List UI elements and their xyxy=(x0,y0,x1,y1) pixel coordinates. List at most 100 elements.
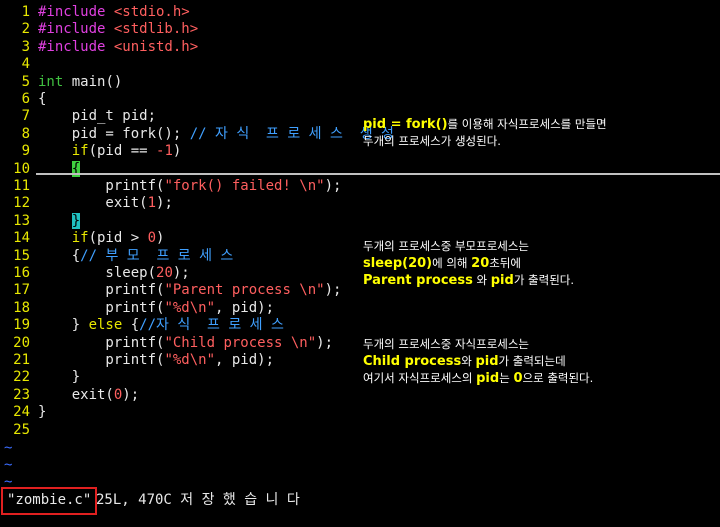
code-token: } xyxy=(38,317,89,334)
annotation-text: 가 출력된다. xyxy=(513,273,575,287)
code-text: printf("Child process \n"); xyxy=(30,335,333,352)
vim-editor[interactable]: 1 #include <stdio.h> 2 #include <stdlib.h> 3… xyxy=(0,0,720,527)
line-number: 18 xyxy=(13,299,30,316)
annotation-note: 두개의 프로세스중 자식프로세스는 Child process와 pid가 출력되… xyxy=(363,336,593,387)
code-text: #include <stdio.h> xyxy=(30,4,190,21)
code-token: sleep( xyxy=(38,265,157,281)
code-line[interactable]: 25 xyxy=(0,422,38,439)
code-line[interactable]: 7 pid_t pid; xyxy=(0,108,156,125)
annotation-line: pid = fork()를 이용해 자식프로세스를 만들면 xyxy=(363,116,607,133)
code-text: sleep(20); xyxy=(30,265,190,282)
code-token: ); xyxy=(122,386,140,403)
annotation-highlight: sleep(20) xyxy=(363,256,433,271)
code-token: } xyxy=(38,404,47,421)
code-text: printf("%d\n", pid); xyxy=(30,352,274,369)
line-number: 21 xyxy=(13,352,30,368)
code-line[interactable]: 8 pid = fork(); // 자 식 프 로 세 스 생 성 xyxy=(0,126,394,143)
annotation-highlight: pid = fork() xyxy=(363,117,448,132)
code-token: 1 xyxy=(147,195,157,212)
code-token: else xyxy=(88,317,123,334)
code-token: "%d\n" xyxy=(164,352,216,368)
code-line[interactable]: 17 printf("Parent process \n"); xyxy=(0,282,341,299)
annotation-highlight: pid xyxy=(476,371,500,386)
code-token: <stdlib.h> xyxy=(113,21,199,38)
code-token: } xyxy=(71,212,81,229)
annotation-text: 두개의 프로세스중 자식프로세스는 xyxy=(363,337,530,351)
line-number: 24 xyxy=(13,404,30,421)
code-line[interactable]: 3 #include <unistd.h> xyxy=(0,38,199,56)
code-token: printf( xyxy=(38,352,165,368)
annotation-text: 두개의 프로세스가 생성된다. xyxy=(363,134,501,148)
code-text: } xyxy=(30,369,80,386)
code-token: #include xyxy=(38,21,114,38)
code-line[interactable]: 2 #include <stdlib.h> xyxy=(0,21,199,38)
line-number: 23 xyxy=(13,386,30,403)
line-number: 15 xyxy=(13,247,30,264)
code-token: if xyxy=(71,230,89,247)
annotation-highlight: 20 xyxy=(471,256,490,271)
line-number: 1 xyxy=(21,4,30,20)
code-line[interactable]: 11 printf("fork() failed! \n"); xyxy=(0,178,341,195)
code-token: , pid); xyxy=(215,299,275,316)
tilde-marker: ~ xyxy=(4,457,13,473)
code-line[interactable]: 13 } xyxy=(0,212,81,230)
annotation-line: 두개의 프로세스중 자식프로세스는 xyxy=(363,336,593,353)
annotation-text: 에 의해 xyxy=(432,256,472,270)
code-line[interactable]: 5 int main() xyxy=(0,74,123,91)
code-token: #include xyxy=(38,4,114,20)
code-line[interactable]: 10 { xyxy=(0,160,81,178)
code-line[interactable]: 22 } xyxy=(0,369,80,386)
code-text: printf("%d\n", pid); xyxy=(30,300,274,317)
code-line[interactable]: 23 exit(0); xyxy=(0,387,139,404)
status-message: 25L, 470C 저 장 했 습 니 다 xyxy=(96,492,300,508)
code-text: pid_t pid; xyxy=(30,108,156,125)
line-number: 22 xyxy=(13,369,30,386)
cursor-line xyxy=(36,173,720,175)
annotation-text: 여기서 자식프로세스의 xyxy=(363,371,477,385)
line-number: 4 xyxy=(21,56,30,73)
code-token: ) xyxy=(172,143,182,160)
code-token: "Child process \n" xyxy=(164,334,317,351)
code-line[interactable]: 12 exit(1); xyxy=(0,195,173,212)
code-text: printf("fork() failed! \n"); xyxy=(30,178,341,195)
code-text: #include <stdlib.h> xyxy=(30,21,198,38)
code-text: } else {//자 식 프 로 세 스 xyxy=(30,317,284,334)
code-line[interactable]: 15 {// 부 모 프 로 세 스 xyxy=(0,248,233,265)
code-text: exit(0); xyxy=(30,387,139,404)
code-token: -1 xyxy=(156,143,173,160)
code-line[interactable]: 18 printf("%d\n", pid); xyxy=(0,300,274,317)
code-token: //자 식 프 로 세 스 xyxy=(139,317,284,334)
code-line[interactable]: 1 #include <stdio.h> xyxy=(0,4,190,21)
annotation-highlight: pid xyxy=(490,273,514,288)
line-number: 12 xyxy=(13,195,30,212)
annotation-text: 는 xyxy=(499,371,514,385)
code-token: "fork() failed! \n" xyxy=(164,178,325,194)
line-number: 2 xyxy=(21,21,30,38)
code-line[interactable]: 4 xyxy=(0,56,38,73)
code-line[interactable]: 19 } else {//자 식 프 로 세 스 xyxy=(0,317,284,334)
code-token: <stdio.h> xyxy=(113,4,190,20)
code-line[interactable]: 20 printf("Child process \n"); xyxy=(0,335,333,352)
code-line[interactable]: 14 if(pid > 0) xyxy=(0,230,164,247)
code-text: printf("Parent process \n"); xyxy=(30,282,341,299)
annotation-line: 두개의 프로세스가 생성된다. xyxy=(363,133,607,150)
code-token: ); xyxy=(172,265,190,281)
code-line[interactable]: 24} xyxy=(0,404,46,421)
annotation-text: 와 xyxy=(472,273,491,287)
code-token: printf( xyxy=(38,334,165,351)
code-line[interactable]: 21 printf("%d\n", pid); xyxy=(0,352,274,369)
code-token: printf( xyxy=(38,282,165,299)
code-line[interactable]: 16 sleep(20); xyxy=(0,265,190,282)
annotation-text: 두개의 프로세스중 부모프로세스는 xyxy=(363,239,530,253)
line-number: 17 xyxy=(13,282,30,299)
code-line[interactable]: 9 if(pid == -1) xyxy=(0,143,182,160)
code-line[interactable]: 6{ xyxy=(0,91,47,108)
line-number: 8 xyxy=(21,125,30,142)
annotation-note: 두개의 프로세스중 부모프로세스는 sleep(20)에 의해 20초뒤에 Pare… xyxy=(363,238,574,289)
code-token: (pid > xyxy=(88,230,148,247)
code-token: #include xyxy=(38,38,114,55)
code-token: ); xyxy=(324,282,342,299)
annotation-text: 를 이용해 자식프로세스를 만들면 xyxy=(447,117,607,131)
